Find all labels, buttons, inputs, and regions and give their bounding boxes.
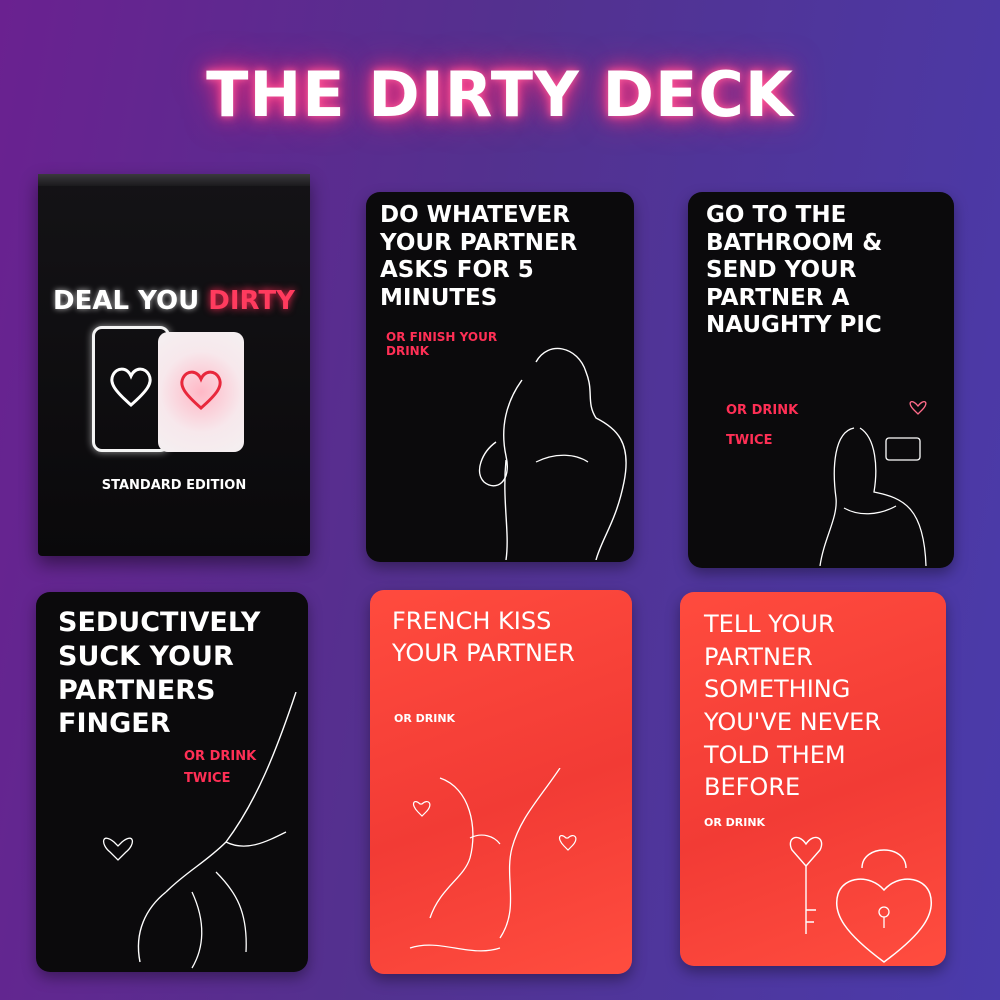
box-lid-edge <box>38 174 310 186</box>
product-box: DEAL YOU DIRTY STANDARD EDITION <box>38 174 310 556</box>
brand-logo: DEAL YOU DIRTY <box>38 286 310 316</box>
hand-line-drawing <box>103 692 297 969</box>
white-card-graphic <box>158 332 244 452</box>
page-title: THE DIRTY DECK <box>206 58 794 131</box>
selfie-line-drawing <box>819 401 927 566</box>
card-1-text: DO WHATEVER YOUR PARTNER ASKS FOR 5 MINU… <box>380 202 578 311</box>
card-4: FRENCH KISS YOUR PARTNER OR DRINK <box>370 590 632 974</box>
card-5-text: TELL YOUR PARTNER SOMETHING YOU'VE NEVER… <box>704 610 881 802</box>
lock-and-key-drawing <box>789 836 932 963</box>
card-3: SEDUCTIVELY SUCK YOUR PARTNERS FINGER OR… <box>36 592 308 972</box>
kiss-line-drawing <box>409 768 577 952</box>
card-4-text: FRENCH KISS YOUR PARTNER <box>392 607 575 667</box>
card-5: TELL YOUR PARTNER SOMETHING YOU'VE NEVER… <box>680 592 946 966</box>
torso-line-drawing <box>478 347 627 560</box>
brand-text-part1: DEAL YOU <box>53 286 209 316</box>
heart-outline-icon <box>110 367 152 407</box>
heart-glow-icon <box>180 370 222 410</box>
edition-label: STANDARD EDITION <box>101 478 247 493</box>
card-4-alt: OR DRINK <box>394 712 456 725</box>
brand-text-part2: DIRTY <box>208 286 295 316</box>
card-2: GO TO THE BATHROOM & SEND YOUR PARTNER A… <box>688 192 954 568</box>
card-2-text: GO TO THE BATHROOM & SEND YOUR PARTNER A… <box>706 202 883 339</box>
card-1: DO WHATEVER YOUR PARTNER ASKS FOR 5 MINU… <box>366 192 634 562</box>
